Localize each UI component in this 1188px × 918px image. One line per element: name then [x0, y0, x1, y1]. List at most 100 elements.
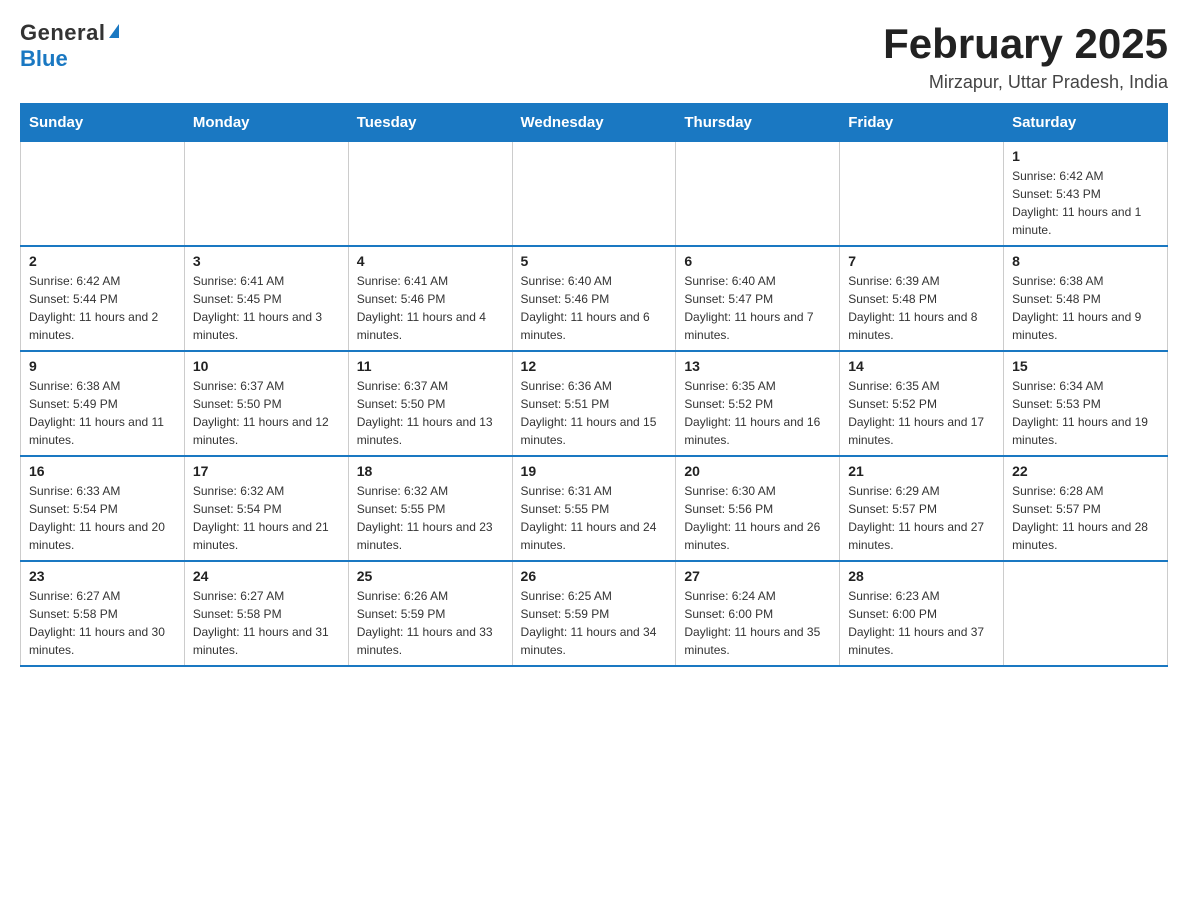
day-of-week-header: Wednesday: [512, 104, 676, 142]
days-of-week-row: SundayMondayTuesdayWednesdayThursdayFrid…: [21, 104, 1168, 142]
calendar-day-cell: 21Sunrise: 6:29 AMSunset: 5:57 PMDayligh…: [840, 456, 1004, 561]
day-number: 2: [29, 253, 176, 269]
day-info: Sunrise: 6:34 AMSunset: 5:53 PMDaylight:…: [1012, 377, 1159, 449]
day-number: 13: [684, 358, 831, 374]
calendar-day-cell: 25Sunrise: 6:26 AMSunset: 5:59 PMDayligh…: [348, 561, 512, 666]
calendar-day-cell: 4 Sunrise: 6:41 AMSunset: 5:46 PMDaylight…: [348, 246, 512, 351]
calendar-day-cell: [348, 142, 512, 247]
day-info: Sunrise: 6:38 AMSunset: 5:49 PMDaylight:…: [29, 377, 176, 449]
day-number: 4: [357, 253, 504, 269]
day-info: Sunrise: 6:25 AMSunset: 5:59 PMDaylight:…: [521, 587, 668, 659]
calendar-day-cell: 7Sunrise: 6:39 AMSunset: 5:48 PMDaylight…: [840, 246, 1004, 351]
calendar-day-cell: 8 Sunrise: 6:38 AMSunset: 5:48 PMDaylight…: [1004, 246, 1168, 351]
calendar-day-cell: 27 Sunrise: 6:24 AMSunset: 6:00 PMDayligh…: [676, 561, 840, 666]
day-of-week-header: Monday: [184, 104, 348, 142]
day-info: Sunrise: 6:36 AMSunset: 5:51 PMDaylight:…: [521, 377, 668, 449]
day-number: 6: [684, 253, 831, 269]
day-of-week-header: Friday: [840, 104, 1004, 142]
page-header: General Blue February 2025 Mirzapur, Utt…: [20, 20, 1168, 93]
day-of-week-header: Saturday: [1004, 104, 1168, 142]
day-info: Sunrise: 6:24 AMSunset: 6:00 PMDaylight:…: [684, 587, 831, 659]
day-number: 27: [684, 568, 831, 584]
day-info: Sunrise: 6:31 AMSunset: 5:55 PMDaylight:…: [521, 482, 668, 554]
day-number: 21: [848, 463, 995, 479]
day-number: 5: [521, 253, 668, 269]
calendar-day-cell: 19Sunrise: 6:31 AMSunset: 5:55 PMDayligh…: [512, 456, 676, 561]
day-of-week-header: Thursday: [676, 104, 840, 142]
day-info: Sunrise: 6:42 AMSunset: 5:44 PMDaylight:…: [29, 272, 176, 344]
day-number: 23: [29, 568, 176, 584]
day-number: 9: [29, 358, 176, 374]
calendar-table: SundayMondayTuesdayWednesdayThursdayFrid…: [20, 103, 1168, 667]
calendar-day-cell: 12 Sunrise: 6:36 AMSunset: 5:51 PMDayligh…: [512, 351, 676, 456]
calendar-title-block: February 2025 Mirzapur, Uttar Pradesh, I…: [883, 20, 1168, 93]
day-number: 16: [29, 463, 176, 479]
day-info: Sunrise: 6:35 AMSunset: 5:52 PMDaylight:…: [848, 377, 995, 449]
calendar-day-cell: 11Sunrise: 6:37 AMSunset: 5:50 PMDayligh…: [348, 351, 512, 456]
calendar-day-cell: [184, 142, 348, 247]
calendar-day-cell: 20 Sunrise: 6:30 AMSunset: 5:56 PMDayligh…: [676, 456, 840, 561]
calendar-week-row: 2 Sunrise: 6:42 AMSunset: 5:44 PMDaylight…: [21, 246, 1168, 351]
calendar-day-cell: 16 Sunrise: 6:33 AMSunset: 5:54 PMDayligh…: [21, 456, 185, 561]
day-number: 24: [193, 568, 340, 584]
calendar-day-cell: [1004, 561, 1168, 666]
day-number: 14: [848, 358, 995, 374]
day-info: Sunrise: 6:41 AMSunset: 5:46 PMDaylight:…: [357, 272, 504, 344]
day-info: Sunrise: 6:32 AMSunset: 5:54 PMDaylight:…: [193, 482, 340, 554]
day-number: 15: [1012, 358, 1159, 374]
calendar-day-cell: 3 Sunrise: 6:41 AMSunset: 5:45 PMDaylight…: [184, 246, 348, 351]
calendar-week-row: 16 Sunrise: 6:33 AMSunset: 5:54 PMDayligh…: [21, 456, 1168, 561]
day-number: 26: [521, 568, 668, 584]
day-number: 25: [357, 568, 504, 584]
calendar-week-row: 1Sunrise: 6:42 AMSunset: 5:43 PMDaylight…: [21, 142, 1168, 247]
logo: General Blue: [20, 20, 119, 72]
day-info: Sunrise: 6:27 AMSunset: 5:58 PMDaylight:…: [193, 587, 340, 659]
day-info: Sunrise: 6:40 AMSunset: 5:47 PMDaylight:…: [684, 272, 831, 344]
day-info: Sunrise: 6:32 AMSunset: 5:55 PMDaylight:…: [357, 482, 504, 554]
calendar-day-cell: 5 Sunrise: 6:40 AMSunset: 5:46 PMDaylight…: [512, 246, 676, 351]
day-number: 1: [1012, 148, 1159, 164]
logo-triangle-icon: [109, 24, 119, 38]
day-number: 20: [684, 463, 831, 479]
calendar-day-cell: 2 Sunrise: 6:42 AMSunset: 5:44 PMDaylight…: [21, 246, 185, 351]
day-info: Sunrise: 6:33 AMSunset: 5:54 PMDaylight:…: [29, 482, 176, 554]
day-of-week-header: Sunday: [21, 104, 185, 142]
day-info: Sunrise: 6:28 AMSunset: 5:57 PMDaylight:…: [1012, 482, 1159, 554]
day-number: 12: [521, 358, 668, 374]
day-info: Sunrise: 6:23 AMSunset: 6:00 PMDaylight:…: [848, 587, 995, 659]
day-number: 8: [1012, 253, 1159, 269]
day-info: Sunrise: 6:30 AMSunset: 5:56 PMDaylight:…: [684, 482, 831, 554]
calendar-week-row: 9 Sunrise: 6:38 AMSunset: 5:49 PMDaylight…: [21, 351, 1168, 456]
calendar-day-cell: 6 Sunrise: 6:40 AMSunset: 5:47 PMDaylight…: [676, 246, 840, 351]
day-info: Sunrise: 6:40 AMSunset: 5:46 PMDaylight:…: [521, 272, 668, 344]
calendar-day-cell: 26 Sunrise: 6:25 AMSunset: 5:59 PMDayligh…: [512, 561, 676, 666]
calendar-day-cell: [21, 142, 185, 247]
calendar-week-row: 23 Sunrise: 6:27 AMSunset: 5:58 PMDayligh…: [21, 561, 1168, 666]
logo-blue-text: Blue: [20, 46, 68, 72]
calendar-day-cell: 18 Sunrise: 6:32 AMSunset: 5:55 PMDayligh…: [348, 456, 512, 561]
calendar-day-cell: [840, 142, 1004, 247]
calendar-day-cell: 24 Sunrise: 6:27 AMSunset: 5:58 PMDayligh…: [184, 561, 348, 666]
day-number: 3: [193, 253, 340, 269]
day-info: Sunrise: 6:41 AMSunset: 5:45 PMDaylight:…: [193, 272, 340, 344]
calendar-day-cell: 1Sunrise: 6:42 AMSunset: 5:43 PMDaylight…: [1004, 142, 1168, 247]
calendar-day-cell: 14 Sunrise: 6:35 AMSunset: 5:52 PMDayligh…: [840, 351, 1004, 456]
calendar-day-cell: 10Sunrise: 6:37 AMSunset: 5:50 PMDayligh…: [184, 351, 348, 456]
day-of-week-header: Tuesday: [348, 104, 512, 142]
day-info: Sunrise: 6:35 AMSunset: 5:52 PMDaylight:…: [684, 377, 831, 449]
calendar-day-cell: 13 Sunrise: 6:35 AMSunset: 5:52 PMDayligh…: [676, 351, 840, 456]
calendar-day-cell: 22Sunrise: 6:28 AMSunset: 5:57 PMDayligh…: [1004, 456, 1168, 561]
calendar-day-cell: 9 Sunrise: 6:38 AMSunset: 5:49 PMDaylight…: [21, 351, 185, 456]
calendar-body: 1Sunrise: 6:42 AMSunset: 5:43 PMDaylight…: [21, 142, 1168, 667]
calendar-day-cell: [512, 142, 676, 247]
day-info: Sunrise: 6:38 AMSunset: 5:48 PMDaylight:…: [1012, 272, 1159, 344]
calendar-title: February 2025: [883, 20, 1168, 68]
day-info: Sunrise: 6:27 AMSunset: 5:58 PMDaylight:…: [29, 587, 176, 659]
logo-general-text: General: [20, 20, 105, 46]
day-info: Sunrise: 6:39 AMSunset: 5:48 PMDaylight:…: [848, 272, 995, 344]
calendar-day-cell: 28Sunrise: 6:23 AMSunset: 6:00 PMDayligh…: [840, 561, 1004, 666]
day-number: 18: [357, 463, 504, 479]
calendar-day-cell: [676, 142, 840, 247]
calendar-day-cell: 17 Sunrise: 6:32 AMSunset: 5:54 PMDayligh…: [184, 456, 348, 561]
day-number: 17: [193, 463, 340, 479]
